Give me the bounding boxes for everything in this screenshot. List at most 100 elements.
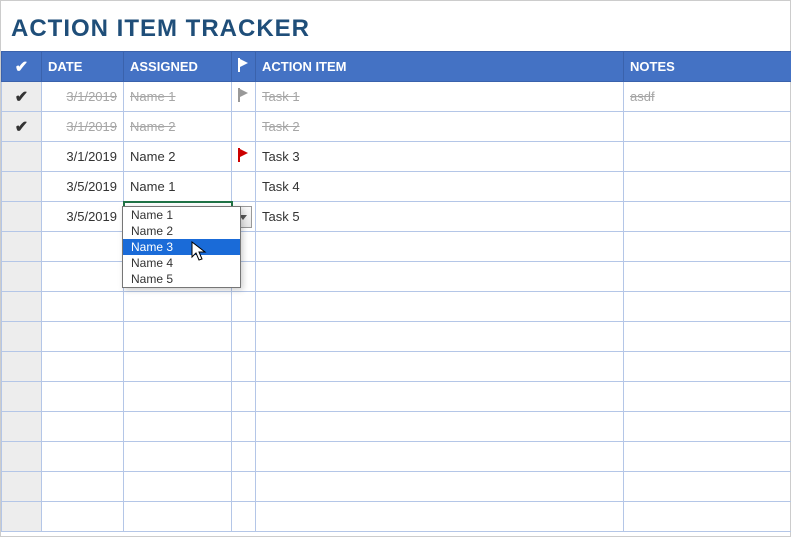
cell-item[interactable]: Task 1 [256, 82, 624, 112]
header-item[interactable]: ACTION ITEM [256, 52, 624, 82]
cell-empty[interactable] [42, 322, 124, 352]
header-date[interactable]: DATE [42, 52, 124, 82]
cell-empty[interactable] [2, 442, 42, 472]
cell-empty[interactable] [42, 232, 124, 262]
cell-empty[interactable] [256, 412, 624, 442]
cell-empty[interactable] [124, 352, 232, 382]
cell-empty[interactable] [42, 442, 124, 472]
cell-empty[interactable] [2, 382, 42, 412]
cell-empty[interactable] [42, 292, 124, 322]
cell-date[interactable]: 3/1/2019 [42, 142, 124, 172]
cell-empty[interactable] [256, 262, 624, 292]
cell-empty[interactable] [232, 472, 256, 502]
cell-notes[interactable] [624, 142, 791, 172]
cell-empty[interactable] [124, 412, 232, 442]
page-title: ACTION ITEM TRACKER [1, 1, 790, 51]
header-flag[interactable] [232, 52, 256, 82]
dropdown-option[interactable]: Name 3 [123, 239, 240, 255]
cell-empty[interactable] [124, 292, 232, 322]
cell-flag[interactable] [232, 82, 256, 112]
cell-empty[interactable] [42, 382, 124, 412]
cell-check[interactable]: ✔ [2, 82, 42, 112]
cell-empty[interactable] [256, 442, 624, 472]
cell-empty[interactable] [232, 442, 256, 472]
cell-notes[interactable]: asdf [624, 82, 791, 112]
cell-empty[interactable] [124, 382, 232, 412]
cell-flag[interactable] [232, 112, 256, 142]
cell-empty[interactable] [624, 232, 791, 262]
flag-icon [238, 148, 250, 162]
cell-check[interactable] [2, 202, 42, 232]
cell-empty[interactable] [232, 292, 256, 322]
cell-assigned[interactable]: Name 2 [124, 142, 232, 172]
dropdown-option[interactable]: Name 5 [123, 271, 240, 287]
cell-notes[interactable] [624, 172, 791, 202]
cell-item[interactable]: Task 2 [256, 112, 624, 142]
cell-assigned[interactable]: Name 1 [124, 172, 232, 202]
cell-empty[interactable] [232, 412, 256, 442]
cell-empty[interactable] [624, 322, 791, 352]
check-icon: ✔ [15, 117, 28, 137]
cell-empty[interactable] [256, 292, 624, 322]
header-assigned[interactable]: ASSIGNED [124, 52, 232, 82]
cell-empty[interactable] [2, 412, 42, 442]
cell-empty[interactable] [124, 472, 232, 502]
cell-check[interactable]: ✔ [2, 112, 42, 142]
cell-empty[interactable] [624, 382, 791, 412]
cell-empty[interactable] [624, 262, 791, 292]
cell-empty[interactable] [256, 382, 624, 412]
cell-empty[interactable] [624, 442, 791, 472]
cell-date[interactable]: 3/5/2019 [42, 172, 124, 202]
cell-empty[interactable] [42, 472, 124, 502]
cell-flag[interactable] [232, 142, 256, 172]
dropdown-option[interactable]: Name 1 [123, 207, 240, 223]
header-row: ✔ DATE ASSIGNED ACTION ITEM NOTES [2, 52, 791, 82]
cell-flag[interactable] [232, 172, 256, 202]
cell-empty[interactable] [624, 412, 791, 442]
dropdown-option[interactable]: Name 2 [123, 223, 240, 239]
assigned-dropdown[interactable]: Name 1Name 2Name 3Name 4Name 5 [122, 206, 241, 288]
cell-notes[interactable] [624, 202, 791, 232]
cell-empty[interactable] [2, 232, 42, 262]
cell-empty[interactable] [2, 352, 42, 382]
cell-empty[interactable] [624, 292, 791, 322]
cell-empty[interactable] [124, 442, 232, 472]
cell-empty[interactable] [624, 472, 791, 502]
cell-empty[interactable] [2, 322, 42, 352]
cell-assigned[interactable]: Name 1 [124, 82, 232, 112]
cell-item[interactable]: Task 3 [256, 142, 624, 172]
cell-check[interactable] [2, 142, 42, 172]
cell-date[interactable]: 3/1/2019 [42, 82, 124, 112]
cell-date[interactable]: 3/1/2019 [42, 112, 124, 142]
cell-date[interactable]: 3/5/2019 [42, 202, 124, 232]
cell-empty[interactable] [42, 352, 124, 382]
cell-empty[interactable] [232, 502, 256, 532]
cell-empty[interactable] [2, 502, 42, 532]
cell-empty[interactable] [256, 502, 624, 532]
cell-assigned[interactable]: Name 2 [124, 112, 232, 142]
cell-empty[interactable] [42, 502, 124, 532]
cell-empty[interactable] [2, 292, 42, 322]
cell-empty[interactable] [624, 352, 791, 382]
header-check[interactable]: ✔ [2, 52, 42, 82]
cell-empty[interactable] [42, 262, 124, 292]
cell-empty[interactable] [624, 502, 791, 532]
cell-empty[interactable] [256, 352, 624, 382]
cell-empty[interactable] [2, 472, 42, 502]
cell-notes[interactable] [624, 112, 791, 142]
cell-empty[interactable] [232, 322, 256, 352]
cell-empty[interactable] [2, 262, 42, 292]
cell-empty[interactable] [232, 382, 256, 412]
cell-empty[interactable] [256, 232, 624, 262]
dropdown-option[interactable]: Name 4 [123, 255, 240, 271]
cell-empty[interactable] [124, 322, 232, 352]
cell-check[interactable] [2, 172, 42, 202]
cell-empty[interactable] [256, 472, 624, 502]
cell-empty[interactable] [42, 412, 124, 442]
cell-item[interactable]: Task 5 [256, 202, 624, 232]
header-notes[interactable]: NOTES [624, 52, 791, 82]
cell-empty[interactable] [124, 502, 232, 532]
cell-empty[interactable] [256, 322, 624, 352]
cell-empty[interactable] [232, 352, 256, 382]
cell-item[interactable]: Task 4 [256, 172, 624, 202]
